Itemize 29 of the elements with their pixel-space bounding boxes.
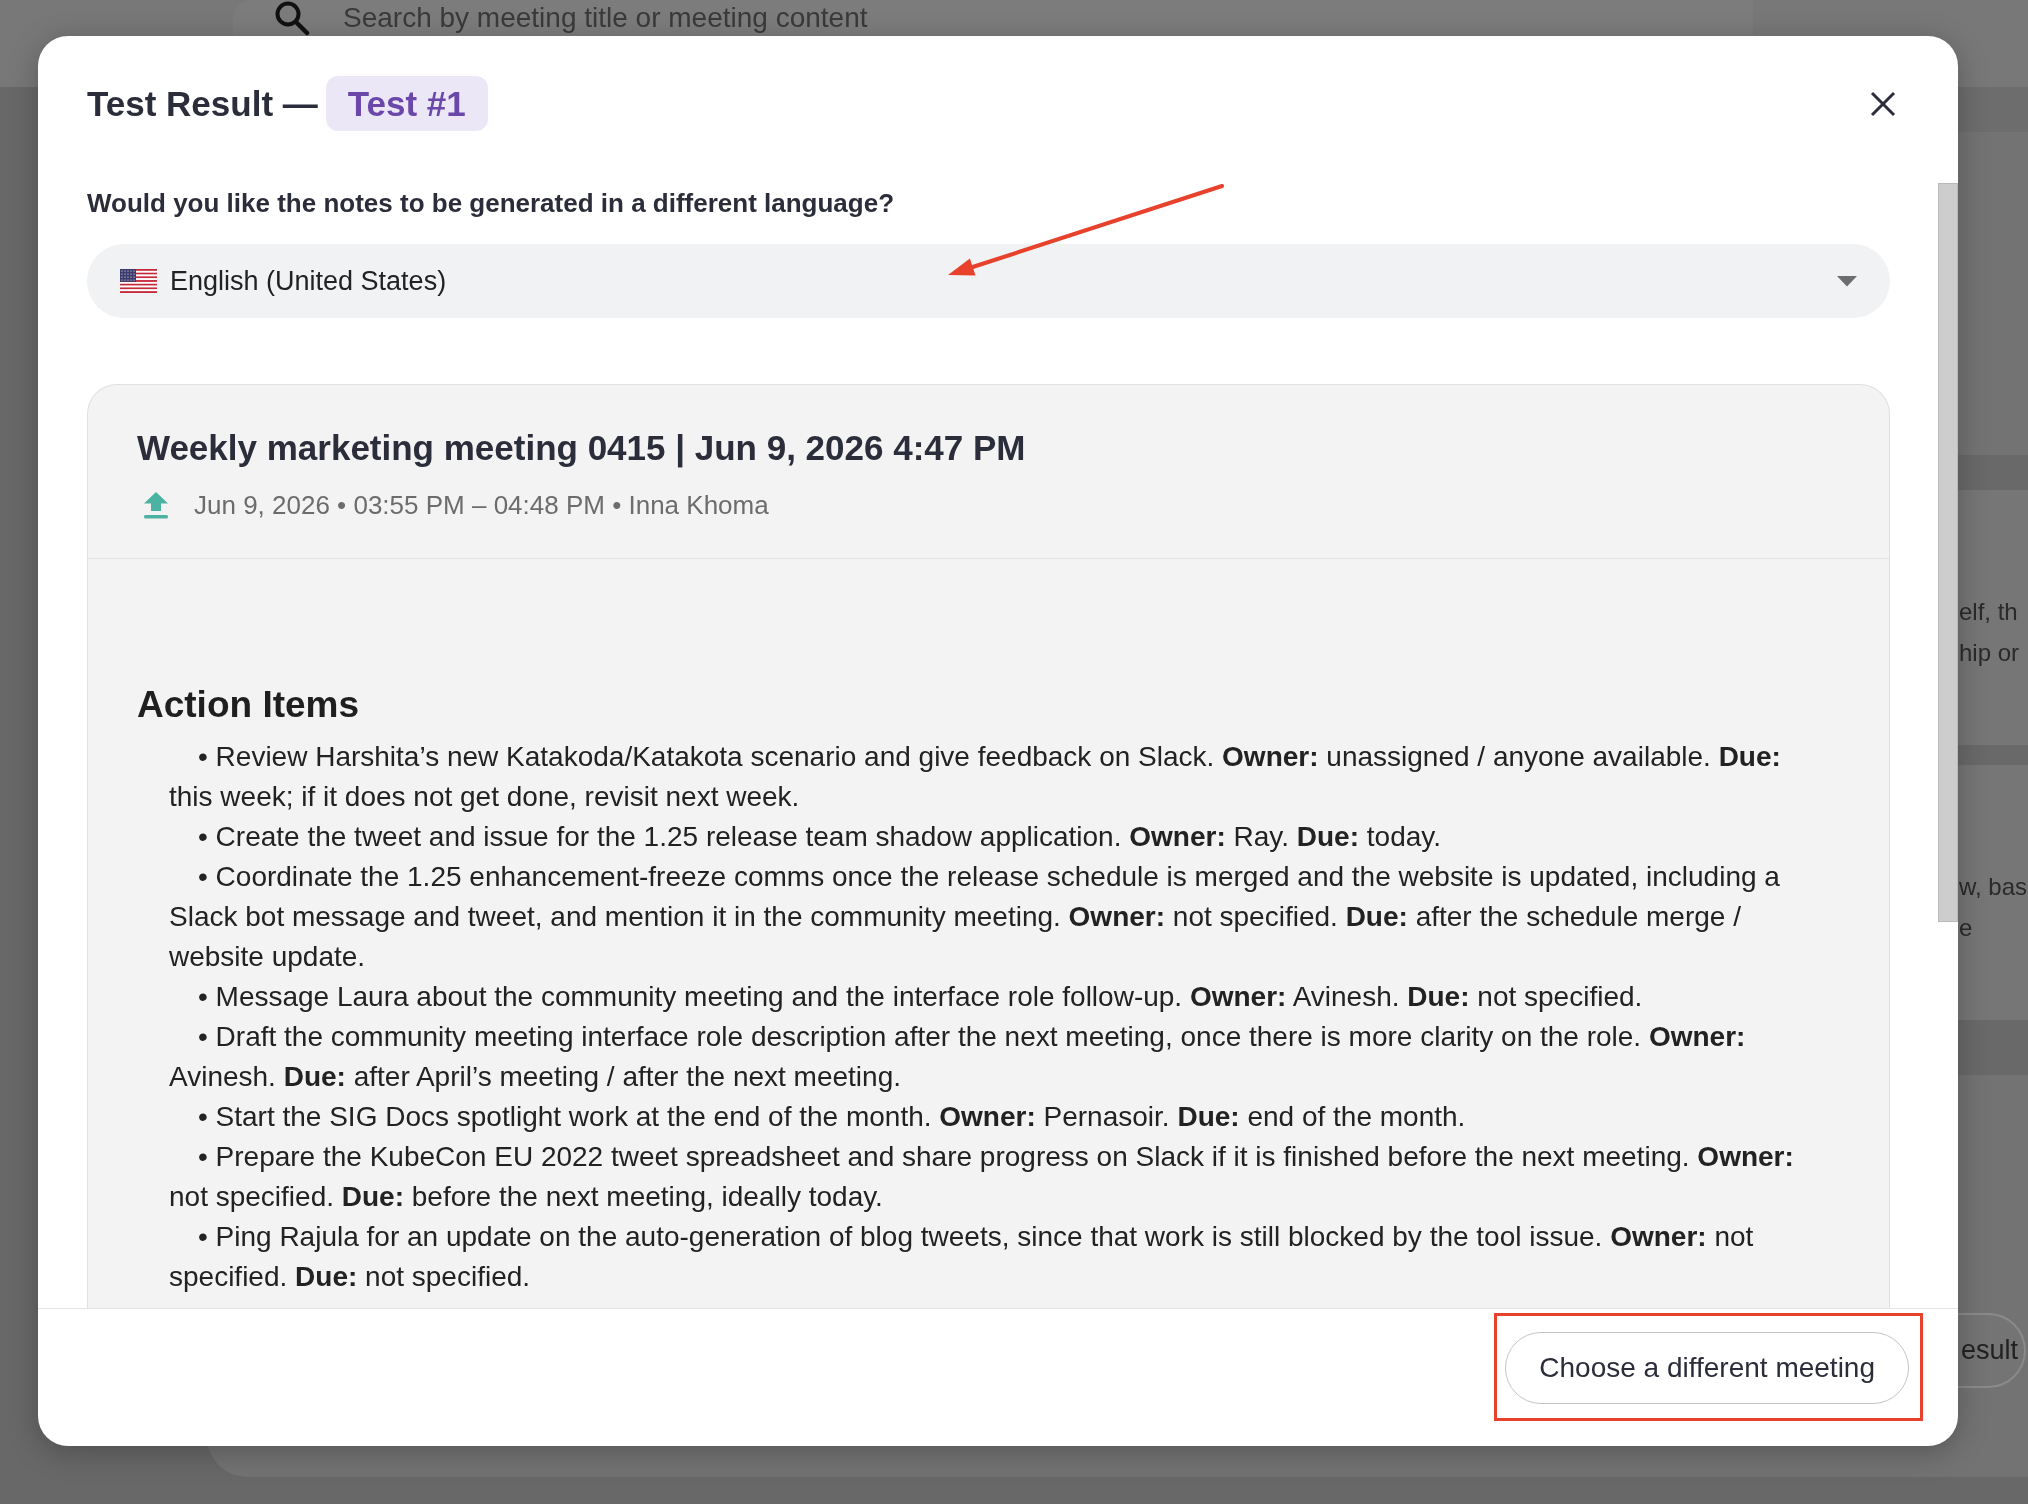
dialog-title: Test Result — [87,82,318,125]
action-item: • Draft the community meeting interface role description after the next meeting, once there is more clarity on the role. Owner: Avinesh. Due: after April’s meeting / after the next meeting. [169,1020,1747,1094]
background-band [1958,745,2028,765]
scrollbar-thumb[interactable] [1938,183,1958,922]
action-item: • Create the tweet and issue for the 1.25 release team shadow application. Owner: Ray. Due: today. [197,820,1442,854]
background-text: e [1958,913,1974,943]
language-question: Would you like the notes to be generated in a different language? [87,187,896,219]
search-field[interactable]: Search by meeting title or meeting content [343,0,1643,39]
action-item: • Message Laura about the community meeting and the interface role follow-up. Owner: Avinesh. Due: not specified. [197,980,1644,1014]
action-item: • Coordinate the 1.25 enhancement-freeze comms once the release schedule is merged and the website is updated, including a Slack bot message and tweet, and mention it in the community meeting. Owner: not specified. Due: after the schedule merge / website update. [169,860,1781,974]
search-icon [274,0,310,36]
action-item: • Prepare the KubeCon EU 2022 tweet spreadsheet and share progress on Slack if it is finished before the next meeting. Owner: not specified. Due: before the next meeting, ideally today. [169,1140,1795,1214]
background-text: hip or [1958,638,2021,668]
meeting-title: Weekly marketing meeting 0415 | Jun 9, 2026 4:47 PM [137,427,1027,470]
upload-icon [143,491,169,519]
test-badge: Test #1 [325,76,488,131]
choose-meeting-button[interactable]: Choose a different meeting [1505,1332,1909,1404]
language-select[interactable]: English (United States) [87,244,1890,318]
search-bar[interactable]: Search by meeting title or meeting content [233,0,1753,36]
action-item: • Start the SIG Docs spotlight work at the end of the month. Owner: Pernasoir. Due: end of the month. [197,1100,1467,1134]
action-item: • Review Harshita’s new Katakoda/Katakota scenario and give feedback on Slack. Owner: unassigned / anyone available. Due: this week; if it does not get done, revisit next week. [169,740,1782,814]
background-text: w, bas [1958,872,2028,902]
caret-icon [1837,275,1857,287]
flag-icon [120,269,157,293]
section-heading: Action Items [137,683,361,727]
meeting-details: Jun 9, 2026 • 03:55 PM – 04:48 PM • Inna Khoma [194,489,769,522]
background-text: elf, th [1958,597,2019,627]
close-icon[interactable] [1870,90,1896,117]
action-item: • Ping Rajula for an update on the auto-generation of blog tweets, since that work is still blocked by the tool issue. Owner: not specified. Due: not specified. [169,1220,1755,1294]
